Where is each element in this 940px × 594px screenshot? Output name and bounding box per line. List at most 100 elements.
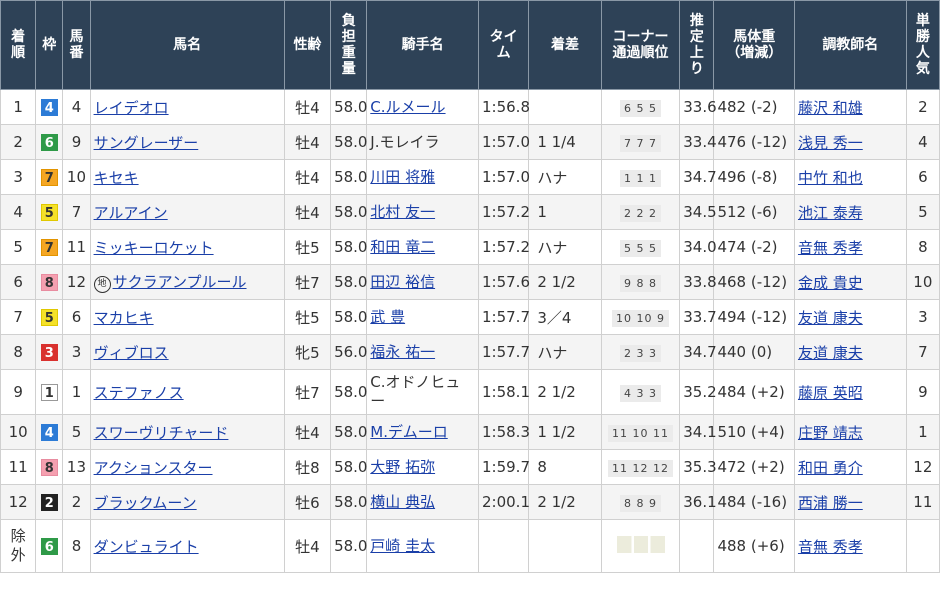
- trainer-cell[interactable]: 和田 勇介: [793, 449, 907, 485]
- body-weight-cell: 472 (+2): [713, 449, 795, 485]
- jockey-cell[interactable]: 田辺 裕信: [366, 264, 479, 300]
- trainer-link[interactable]: 西浦 勝一: [798, 494, 863, 512]
- last3f-cell: 34.0: [679, 229, 717, 265]
- time-cell: 2:00.1: [477, 484, 530, 520]
- horse-name-link[interactable]: マカヒキ: [94, 309, 154, 327]
- popularity-cell: 9: [905, 369, 940, 415]
- trainer-link[interactable]: 藤原 英昭: [798, 384, 863, 402]
- trainer-link[interactable]: 音無 秀孝: [798, 239, 863, 257]
- jockey-link[interactable]: 北村 友一: [370, 203, 435, 221]
- horse-name-link[interactable]: ヴィブロス: [94, 344, 169, 362]
- trainer-cell[interactable]: 池江 泰寿: [793, 194, 907, 230]
- jockey-link[interactable]: 大野 拓弥: [370, 458, 435, 476]
- jockey-link[interactable]: 福永 祐一: [370, 343, 435, 361]
- jockey-link[interactable]: 川田 将雅: [370, 168, 435, 186]
- horse-name-link[interactable]: サングレーザー: [94, 134, 199, 152]
- horse-name-link[interactable]: キセキ: [94, 169, 139, 187]
- cell-text: 34.1: [683, 423, 717, 441]
- cell-text: 34.7: [683, 168, 717, 186]
- waku-badge: 7: [40, 169, 58, 186]
- time-cell: 1:57.2: [477, 229, 530, 265]
- horse-cell: 地サクラアンプルール: [89, 264, 285, 300]
- margin-cell: 2 1/2: [528, 369, 602, 415]
- trainer-cell[interactable]: 藤原 英昭: [793, 369, 907, 415]
- sexage-cell: 牡6: [283, 484, 332, 520]
- cell-text: 35.2: [683, 383, 717, 401]
- sexage-cell: 牡4: [283, 194, 332, 230]
- sexage-cell: 牡7: [283, 369, 332, 415]
- jockey-cell[interactable]: 戸崎 圭太: [366, 519, 479, 573]
- trainer-link[interactable]: 友道 康夫: [798, 309, 863, 327]
- trainer-cell[interactable]: 友道 康夫: [793, 334, 907, 370]
- trainer-link[interactable]: 金成 貴史: [798, 274, 863, 292]
- corner-cell: 8 8 9: [600, 484, 681, 520]
- trainer-link[interactable]: 和田 勇介: [798, 459, 863, 477]
- margin-cell: 1: [528, 194, 602, 230]
- trainer-link[interactable]: 池江 泰寿: [798, 204, 863, 222]
- jockey-cell[interactable]: C.ルメール: [366, 89, 479, 125]
- jockey-link[interactable]: M.デムーロ: [370, 423, 447, 441]
- horse-name-link[interactable]: ミッキーロケット: [94, 239, 214, 257]
- trainer-link[interactable]: 中竹 和也: [798, 169, 863, 187]
- cell-text: 1: [918, 423, 928, 441]
- jockey-cell[interactable]: 武 豊: [366, 299, 479, 335]
- jockey-link[interactable]: 戸崎 圭太: [370, 537, 435, 555]
- horse-name-link[interactable]: アルアイン: [94, 204, 168, 222]
- horse-name-link[interactable]: レイデオロ: [94, 99, 169, 117]
- jockey-cell[interactable]: 和田 竜二: [366, 229, 479, 265]
- jockey-cell[interactable]: 北村 友一: [366, 194, 479, 230]
- horse-name-link[interactable]: ブラックムーン: [94, 494, 197, 512]
- horse-name-link[interactable]: ステファノス: [94, 384, 184, 402]
- header-text: 馬名: [173, 36, 202, 53]
- margin-cell: ハナ: [528, 334, 602, 370]
- jockey-link[interactable]: 和田 竜二: [370, 238, 435, 256]
- jockey-cell[interactable]: 横山 典弘: [366, 484, 479, 520]
- trainer-cell[interactable]: 浅見 秀一: [793, 124, 907, 160]
- horse-name-link[interactable]: サクラアンプルール: [113, 273, 247, 291]
- cell-text: 9: [918, 383, 928, 401]
- jockey-cell[interactable]: 川田 将雅: [366, 159, 479, 195]
- corner-positions: 9 8 8: [620, 274, 662, 292]
- sexage-cell: 牡5: [283, 229, 332, 265]
- jockey-cell[interactable]: 福永 祐一: [366, 334, 479, 370]
- jockey-link[interactable]: 田辺 裕信: [370, 273, 435, 291]
- cell-text: 牡4: [295, 423, 320, 442]
- sexage-cell: 牡4: [283, 89, 332, 125]
- trainer-link[interactable]: 藤沢 和雄: [798, 99, 863, 117]
- cell-text: 5: [918, 203, 928, 221]
- jockey-cell[interactable]: M.デムーロ: [366, 414, 479, 450]
- horse-name-link[interactable]: アクションスター: [94, 459, 213, 477]
- margin-cell: 2 1/2: [528, 264, 602, 300]
- cell-text: 58.0: [334, 273, 368, 291]
- trainer-cell[interactable]: 金成 貴史: [793, 264, 907, 300]
- trainer-link[interactable]: 友道 康夫: [798, 344, 863, 362]
- header-text: （増減）: [726, 45, 783, 61]
- trainer-link[interactable]: 庄野 靖志: [798, 424, 863, 442]
- rank-cell: 8: [0, 334, 37, 370]
- rank-cell: 5: [0, 229, 37, 265]
- jockey-link[interactable]: 横山 典弘: [370, 493, 435, 511]
- margin-cell: 1 1/4: [528, 124, 602, 160]
- trainer-cell[interactable]: 友道 康夫: [793, 299, 907, 335]
- trainer-cell[interactable]: 中竹 和也: [793, 159, 907, 195]
- cell-text: 13: [66, 458, 87, 476]
- horse-name-link[interactable]: スワーヴリチャード: [94, 424, 229, 442]
- weight-cell: 56.0: [330, 334, 367, 370]
- trainer-cell[interactable]: 音無 秀孝: [793, 519, 907, 573]
- trainer-cell[interactable]: 西浦 勝一: [793, 484, 907, 520]
- cell-text: 8: [918, 238, 928, 256]
- jockey-link[interactable]: 武 豊: [370, 308, 405, 326]
- trainer-link[interactable]: 音無 秀孝: [798, 538, 863, 556]
- trainer-cell[interactable]: 庄野 靖志: [793, 414, 907, 450]
- trainer-link[interactable]: 浅見 秀一: [798, 134, 863, 152]
- jockey-link[interactable]: C.ルメール: [370, 98, 445, 116]
- trainer-cell[interactable]: 藤沢 和雄: [793, 89, 907, 125]
- jockey-cell[interactable]: 大野 拓弥: [366, 449, 479, 485]
- result-row: 除外 6 8 ダンビュライト 牡4 58.0 戸崎 圭太 488 (+6) 音無 秀孝: [0, 519, 940, 573]
- waku-badge: 3: [40, 344, 58, 361]
- sexage-cell: 牡5: [283, 299, 332, 335]
- cell-text: 1:58.1: [482, 383, 530, 401]
- trainer-cell[interactable]: 音無 秀孝: [793, 229, 907, 265]
- horse-name-link[interactable]: ダンビュライト: [94, 538, 199, 556]
- weight-cell: 58.0: [330, 519, 367, 573]
